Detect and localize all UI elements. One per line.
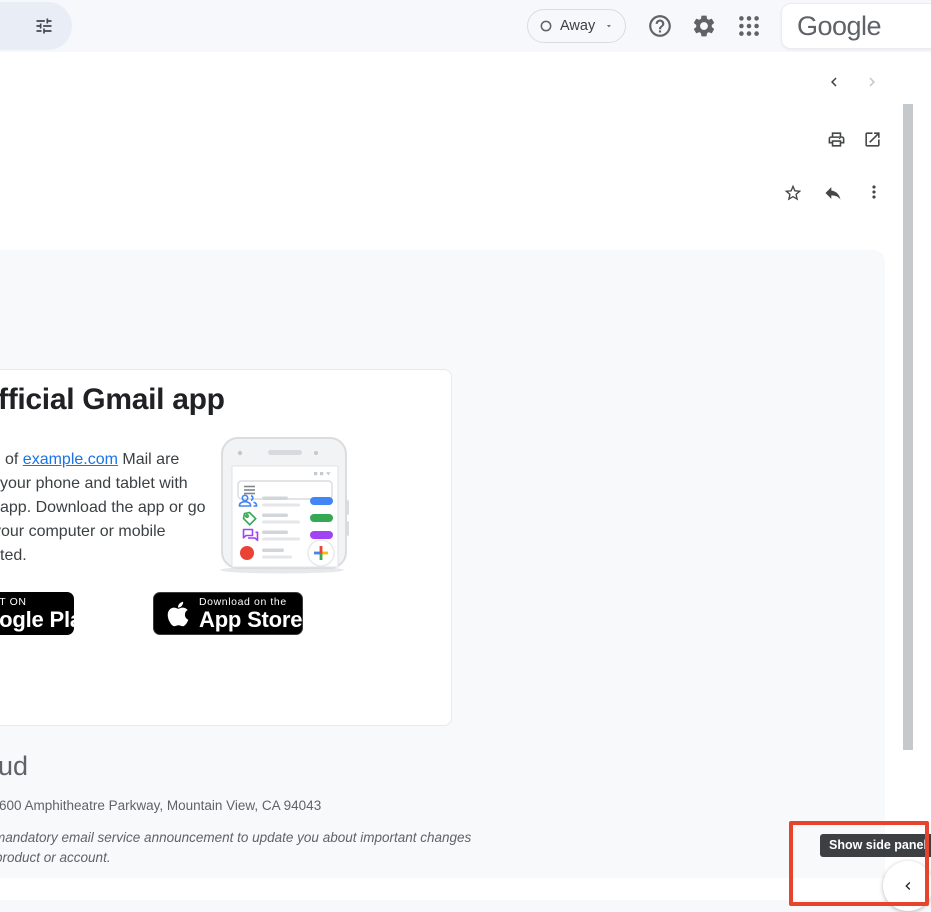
apps-grid-icon — [736, 13, 762, 39]
chevron-right-icon — [863, 73, 881, 91]
settings-button[interactable] — [691, 13, 717, 39]
line-text: of — [5, 451, 23, 468]
paragraph-line: of example.com Mail are — [0, 448, 205, 472]
footer-disclaimer: mandatory email service announcement to … — [0, 830, 471, 845]
reply-icon — [823, 183, 843, 203]
open-in-new-button[interactable] — [863, 130, 882, 149]
paragraph-line: app. Download the app or go — [0, 496, 205, 520]
chevron-left-icon — [900, 878, 916, 894]
gmail-window: Away Google — [0, 0, 931, 912]
paragraph-line: your computer or mobile — [0, 520, 205, 544]
circle-status-icon — [539, 19, 553, 33]
play-badge-store: Google Play — [0, 608, 94, 632]
appstore-badge-tagline: Download on the — [199, 596, 302, 608]
print-button[interactable] — [827, 130, 846, 149]
older-email-button[interactable] — [863, 73, 881, 91]
gmail-app-phone-illustration — [214, 436, 356, 576]
line-text: Mail are — [118, 451, 179, 468]
reply-button[interactable] — [823, 183, 843, 203]
star-icon — [783, 183, 803, 203]
show-side-panel-button[interactable] — [883, 861, 931, 911]
gear-icon — [691, 13, 717, 39]
google-play-badge[interactable]: GET IT ON Google Play — [0, 592, 74, 635]
footer-disclaimer: product or account. — [0, 850, 111, 865]
status-label: Away — [560, 18, 595, 34]
print-icon — [827, 130, 846, 149]
caret-down-icon — [604, 21, 614, 31]
google-logo: Google — [782, 11, 881, 42]
search-options-tune-icon[interactable] — [34, 16, 54, 36]
topbar: Away Google — [0, 0, 931, 52]
help-icon — [647, 13, 673, 39]
email-heading: fficial Gmail app — [0, 383, 225, 417]
email-paragraph: of example.com Mail are your phone and t… — [0, 448, 205, 568]
bottom-strip — [0, 900, 931, 912]
star-button[interactable] — [783, 183, 803, 203]
help-button[interactable] — [647, 13, 673, 39]
paragraph-line: ted. — [0, 544, 205, 568]
more-options-button[interactable] — [864, 182, 884, 202]
play-badge-tagline: GET IT ON — [0, 596, 94, 608]
status-selector[interactable]: Away — [527, 9, 626, 43]
apple-icon — [166, 600, 190, 628]
side-panel-tooltip: Show side panel — [820, 834, 931, 857]
chevron-left-icon — [825, 73, 843, 91]
paragraph-line: your phone and tablet with — [0, 472, 205, 496]
google-account-card[interactable]: Google — [781, 3, 931, 49]
footer-address: 600 Amphitheatre Parkway, Mountain View,… — [0, 798, 321, 813]
newer-email-button[interactable] — [825, 73, 843, 91]
apps-grid-button[interactable] — [736, 13, 762, 39]
more-vert-icon — [864, 182, 884, 202]
app-store-badge[interactable]: Download on the App Store — [153, 592, 303, 635]
open-in-new-icon — [863, 130, 882, 149]
scrollbar[interactable] — [903, 104, 913, 750]
appstore-badge-store: App Store — [199, 608, 302, 632]
footer-brand: ud — [0, 751, 28, 782]
example-link[interactable]: example.com — [23, 451, 118, 468]
